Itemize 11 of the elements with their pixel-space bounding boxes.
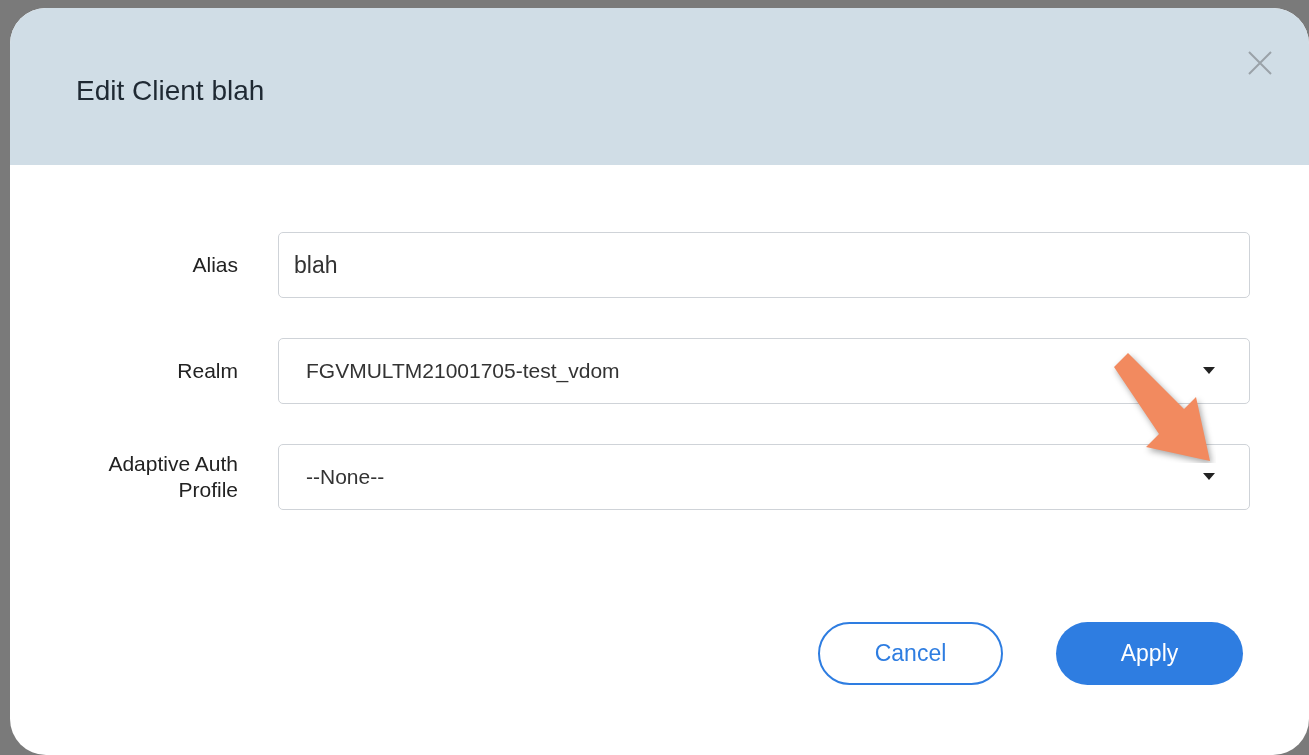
dialog-title: Edit Client blah (76, 74, 265, 108)
dropdown-value: --None-- (306, 464, 385, 491)
dropdown-value: FGVMULTM21001705-test_vdom (306, 358, 620, 385)
field-label: Alias (191, 252, 238, 278)
apply-button[interactable]: Apply (1056, 622, 1243, 685)
input-field[interactable]: blah (278, 232, 1250, 298)
field-label: Realm (176, 358, 238, 384)
dropdown[interactable]: --None-- (278, 444, 1250, 510)
cancel-button[interactable]: Cancel (818, 622, 1003, 685)
field-label: Adaptive Auth Profile (107, 451, 238, 503)
dropdown[interactable]: FGVMULTM21001705-test_vdom (278, 338, 1250, 404)
